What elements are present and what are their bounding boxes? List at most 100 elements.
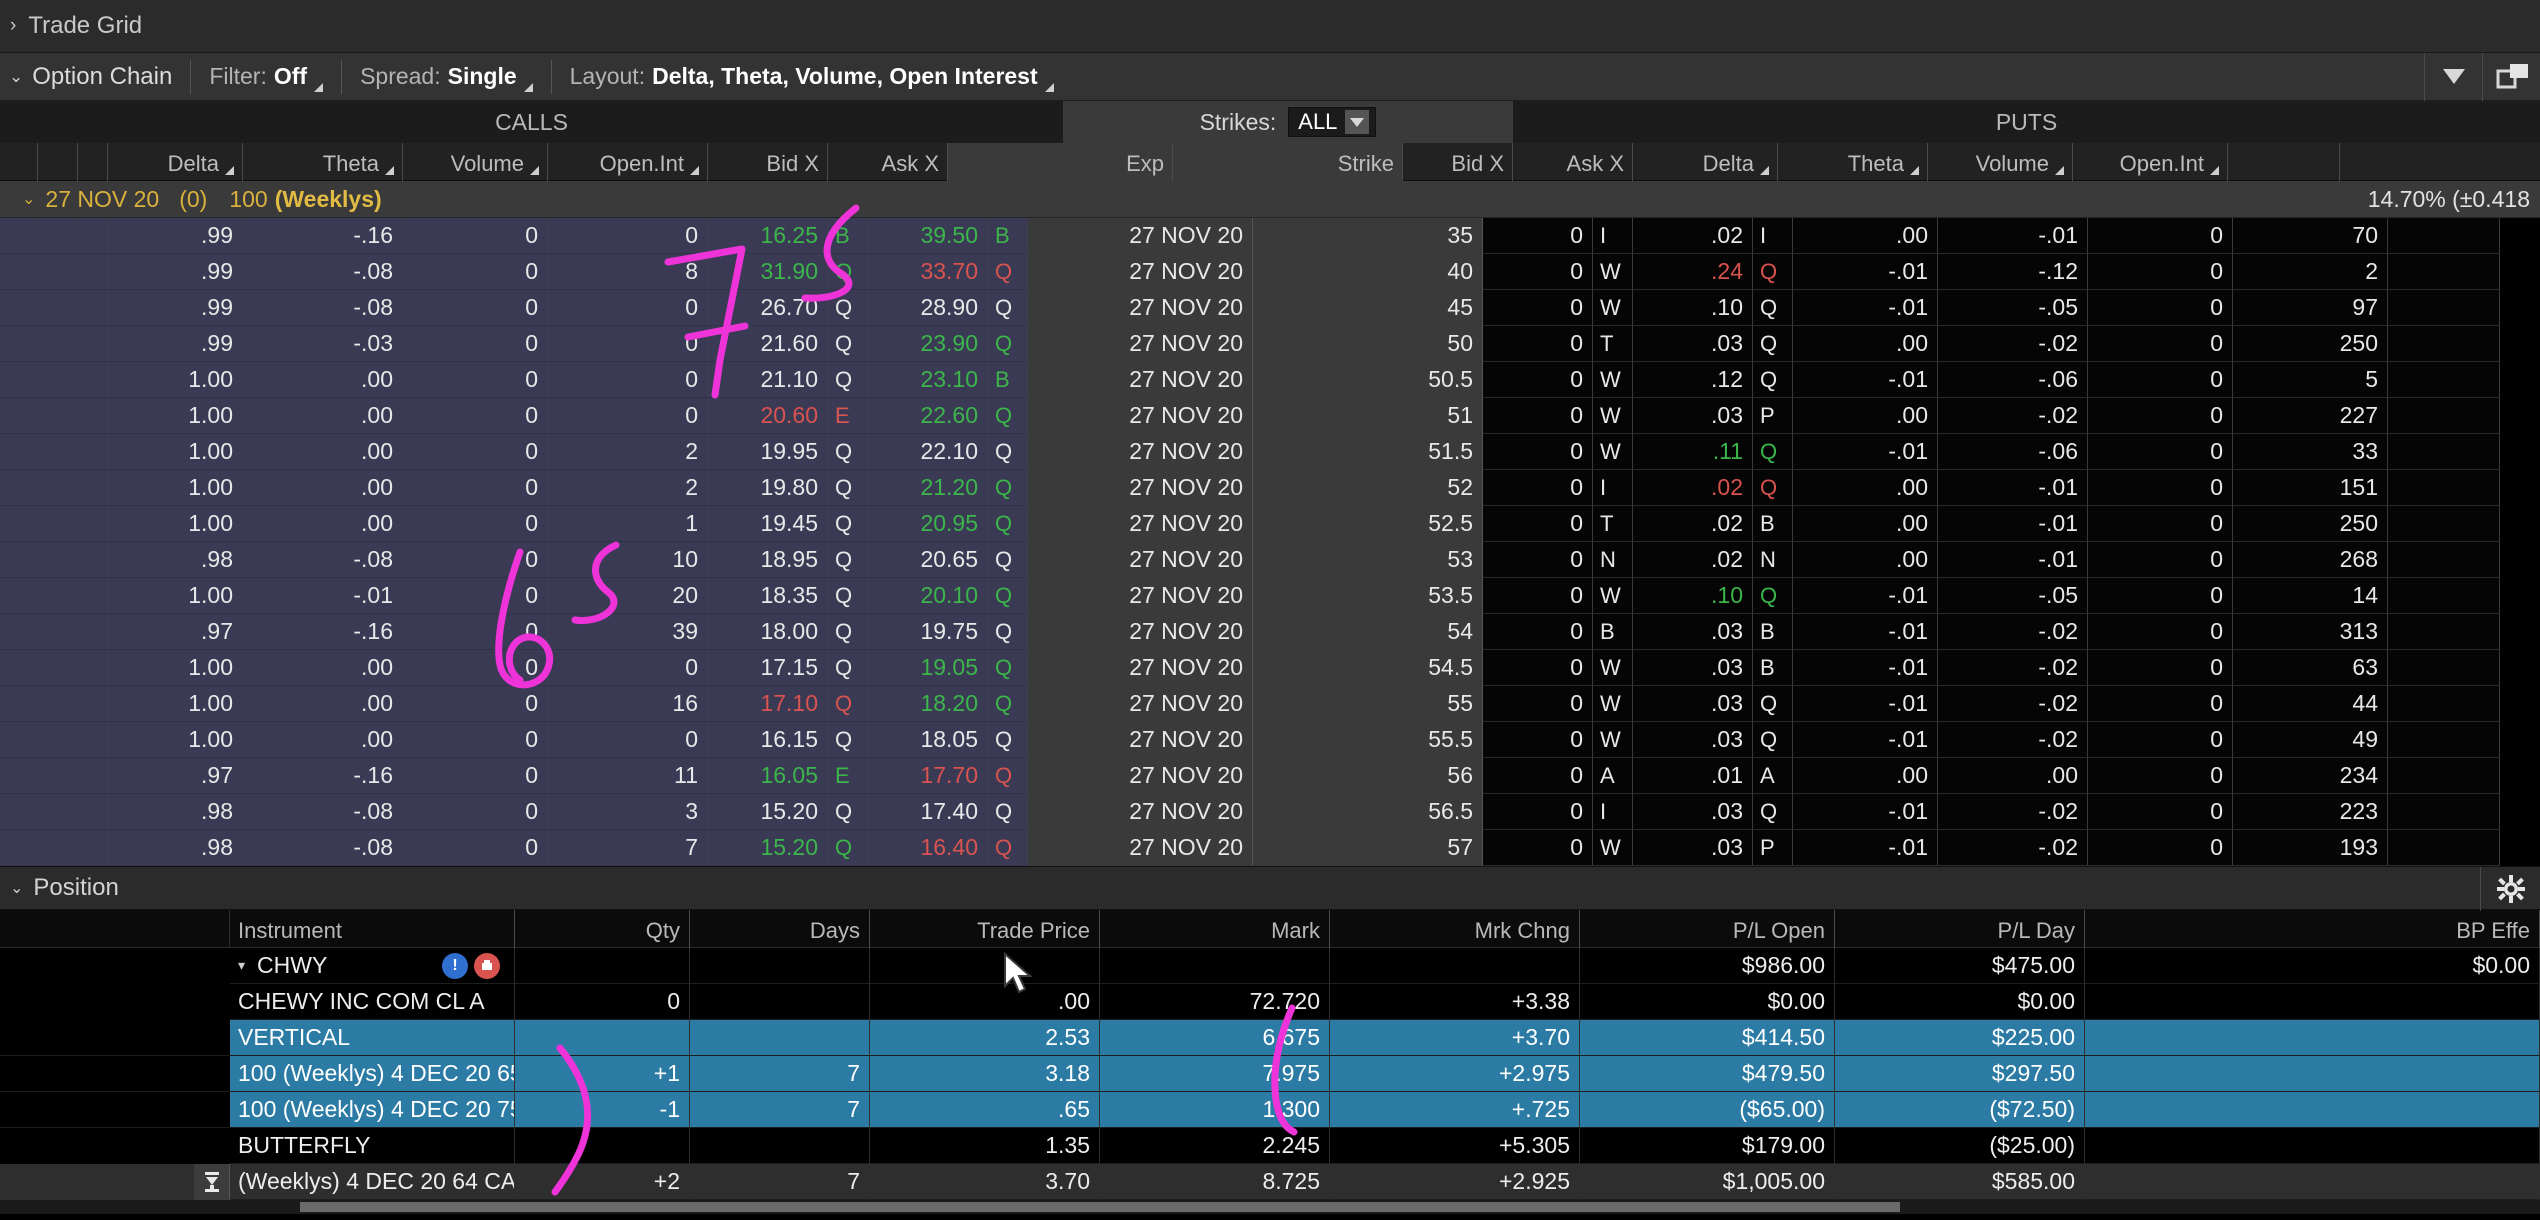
position-cell-pl-day[interactable]: $225.00 (1835, 1020, 2085, 1056)
cell-call-c-theta[interactable]: -.16 (243, 614, 403, 650)
cell-call-c-askx[interactable]: Q (988, 542, 1028, 578)
cell-put-p-oi[interactable]: 193 (2233, 830, 2388, 866)
cell-put-p-delta[interactable]: .00 (1793, 470, 1938, 506)
column-header-calls-ask-x[interactable]: Ask X (828, 143, 948, 181)
option-chain-row[interactable]: 1.00.00 0 2 19.95 Q 22.10 Q 27 NOV 20 51.5 0 W .11 Q… (0, 434, 2540, 470)
cell-call-c-delta[interactable]: .99 (108, 218, 243, 254)
cell-call-c-bid[interactable]: 15.20 (708, 794, 828, 830)
position-cell-qty[interactable]: +1 (515, 1056, 690, 1092)
cell-call-c-ask[interactable]: 39.50 (868, 218, 988, 254)
cell-mid-strike[interactable]: 52.5 (1253, 506, 1483, 542)
cell-put-p-askx[interactable]: B (1753, 506, 1793, 542)
cell-put-p-bidx[interactable]: W (1593, 254, 1633, 290)
cell-put-p-delta[interactable]: .00 (1793, 218, 1938, 254)
cell-call-c-vol[interactable]: 0 (403, 578, 548, 614)
cell-call-c-bidx[interactable]: Q (828, 794, 868, 830)
cell-put-p-vol[interactable]: 0 (2088, 542, 2233, 578)
trade-grid-expand-icon[interactable]: › (10, 15, 16, 37)
cell-put-p-oi[interactable]: 97 (2233, 290, 2388, 326)
cell-put-p-bidx[interactable]: N (1593, 542, 1633, 578)
cell-put-p-bid[interactable]: 0 (1483, 578, 1593, 614)
cell-call-c-bid[interactable]: 21.60 (708, 326, 828, 362)
position-cell-qty[interactable] (515, 948, 690, 984)
cell-mid-strike[interactable]: 53 (1253, 542, 1483, 578)
cell-put-p-bidx[interactable]: W (1593, 830, 1633, 866)
cell-put-p-ask[interactable]: .03 (1633, 614, 1753, 650)
cell-put-p-askx[interactable]: Q (1753, 290, 1793, 326)
alert-badge-icon[interactable] (474, 952, 500, 979)
cell-put-p-askx[interactable]: Q (1753, 326, 1793, 362)
cell-put-p-askx[interactable]: Q (1753, 686, 1793, 722)
cell-call-c-bidx[interactable]: E (828, 398, 868, 434)
cell-put-p-bid[interactable]: 0 (1483, 362, 1593, 398)
cell-call-c-bid[interactable]: 17.15 (708, 650, 828, 686)
position-cell-mark[interactable]: 2.245 (1100, 1128, 1330, 1164)
cell-put-p-oi[interactable]: 227 (2233, 398, 2388, 434)
cell-call-c-vol[interactable]: 0 (403, 470, 548, 506)
cell-call-c-oi[interactable]: 0 (548, 362, 708, 398)
cell-call-c-askx[interactable]: Q (988, 398, 1028, 434)
cell-call-c-bidx[interactable]: Q (828, 542, 868, 578)
cell-call-c-bidx[interactable]: Q (828, 722, 868, 758)
cell-call-c-delta[interactable]: .97 (108, 758, 243, 794)
cell-put-p-oi[interactable]: 250 (2233, 506, 2388, 542)
layout-dropdown[interactable]: Layout: Delta, Theta, Volume, Open Inter… (552, 53, 1072, 101)
cell-mid-strike[interactable]: 55 (1253, 686, 1483, 722)
cell-put-p-delta[interactable]: -.01 (1793, 614, 1938, 650)
cell-put-p-bidx[interactable]: B (1593, 614, 1633, 650)
cell-call-c-bid[interactable]: 16.25 (708, 218, 828, 254)
option-chain-collapse-icon[interactable]: ⌄ (0, 67, 32, 87)
cell-mid-strike[interactable]: 45 (1253, 290, 1483, 326)
cell-call-c-vol[interactable]: 0 (403, 614, 548, 650)
cell-call-c-oi[interactable]: 8 (548, 254, 708, 290)
cell-put-p-oi[interactable]: 63 (2233, 650, 2388, 686)
cell-put-p-askx[interactable]: Q (1753, 470, 1793, 506)
position-cell-mark[interactable]: 1.300 (1100, 1092, 1330, 1128)
cell-call-c-bid[interactable]: 31.90 (708, 254, 828, 290)
cell-call-c-oi[interactable]: 0 (548, 326, 708, 362)
cell-put-p-theta[interactable]: -.01 (1938, 542, 2088, 578)
position-cell-mrk-chng[interactable]: +2.925 (1330, 1164, 1580, 1200)
cell-put-p-vol[interactable]: 0 (2088, 686, 2233, 722)
cell-call-c-bidx[interactable]: Q (828, 326, 868, 362)
cell-put-p-askx[interactable]: A (1753, 758, 1793, 794)
cell-put-p-bid[interactable]: 0 (1483, 398, 1593, 434)
cell-mid-strike[interactable]: 50 (1253, 326, 1483, 362)
cell-call-c-oi[interactable]: 3 (548, 794, 708, 830)
option-chain-row[interactable]: 1.00.00 0 0 16.15 Q 18.05 Q 27 NOV 20 55.5 0 W .03 Q… (0, 722, 2540, 758)
position-cell-qty[interactable]: +2 (515, 1164, 690, 1200)
position-row[interactable]: VERTICAL 2.53 6.675 +3.70 $414.50 $225.00 (0, 1020, 2540, 1056)
position-column-header-trade-price[interactable]: Trade Price (870, 910, 1100, 948)
cell-call-c-ask[interactable]: 20.65 (868, 542, 988, 578)
cell-call-c-delta[interactable]: 1.00 (108, 470, 243, 506)
cell-put-p-askx[interactable]: P (1753, 830, 1793, 866)
cell-put-p-bid[interactable]: 0 (1483, 290, 1593, 326)
position-column-header-instrument[interactable]: Instrument (230, 910, 515, 948)
filter-dropdown[interactable]: Filter: Off (191, 53, 341, 101)
cell-call-c-vol[interactable]: 0 (403, 398, 548, 434)
cell-call-c-ask[interactable]: 20.95 (868, 506, 988, 542)
column-header-puts-open-int[interactable]: Open.Int (2073, 143, 2228, 181)
cell-call-c-oi[interactable]: 0 (548, 290, 708, 326)
cell-put-p-bid[interactable]: 0 (1483, 542, 1593, 578)
cell-mid-exp[interactable]: 27 NOV 20 (1028, 290, 1253, 326)
cell-call-c-theta[interactable]: .00 (243, 686, 403, 722)
cell-call-c-delta[interactable]: 1.00 (108, 686, 243, 722)
cell-call-c-vol[interactable]: 0 (403, 434, 548, 470)
column-header-puts-delta[interactable]: Delta (1633, 143, 1778, 181)
cell-put-p-ask[interactable]: .03 (1633, 650, 1753, 686)
cell-put-p-askx[interactable]: Q (1753, 434, 1793, 470)
cell-call-c-vol[interactable]: 0 (403, 794, 548, 830)
cell-call-c-askx[interactable]: Q (988, 254, 1028, 290)
order-flag-icon[interactable] (194, 1164, 230, 1200)
position-cell-mrk-chng[interactable]: +.725 (1330, 1092, 1580, 1128)
cell-call-c-delta[interactable]: 1.00 (108, 650, 243, 686)
position-row[interactable]: BUTTERFLY 1.35 2.245 +5.305 $179.00 ($25.00) (0, 1128, 2540, 1164)
cell-put-p-bidx[interactable]: A (1593, 758, 1633, 794)
position-cell-qty[interactable] (515, 1020, 690, 1056)
cell-call-c-theta[interactable]: -.03 (243, 326, 403, 362)
cell-call-c-bidx[interactable]: Q (828, 362, 868, 398)
cell-call-c-bid[interactable]: 18.95 (708, 542, 828, 578)
cell-call-c-theta[interactable]: -.08 (243, 542, 403, 578)
cell-call-c-theta[interactable]: -.01 (243, 578, 403, 614)
